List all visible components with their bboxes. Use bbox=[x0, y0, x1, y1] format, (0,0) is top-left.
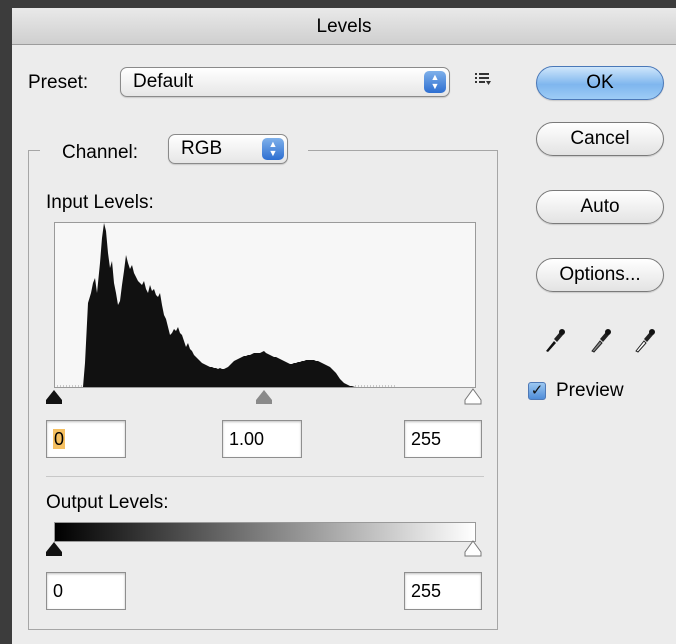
popup-arrows-icon: ▲ ▼ bbox=[262, 138, 284, 160]
list-menu-icon[interactable] bbox=[474, 70, 492, 88]
input-black-value: 0 bbox=[53, 429, 66, 449]
output-white-field[interactable]: 255 bbox=[404, 572, 482, 610]
channel-value: RGB bbox=[181, 138, 223, 159]
histogram bbox=[54, 222, 476, 388]
preview-checkbox[interactable]: ✓ bbox=[528, 382, 546, 400]
input-white-field[interactable]: 255 bbox=[404, 420, 482, 458]
preset-value: Default bbox=[133, 71, 194, 92]
popup-arrows-icon: ▲ ▼ bbox=[424, 71, 446, 93]
preset-label: Preset: bbox=[28, 72, 89, 93]
input-white-slider[interactable] bbox=[464, 388, 482, 406]
ok-button[interactable]: OK bbox=[536, 66, 664, 100]
output-black-field[interactable]: 0 bbox=[46, 572, 126, 610]
eyedropper-white-icon[interactable] bbox=[632, 326, 658, 354]
input-black-field[interactable]: 0 bbox=[46, 420, 126, 458]
histogram-graph bbox=[57, 223, 395, 387]
preview-label: Preview bbox=[556, 380, 624, 401]
auto-button[interactable]: Auto bbox=[536, 190, 664, 224]
levels-dialog: Levels Preset: Default ▲ ▼ Channel: RGB ▲… bbox=[12, 8, 676, 644]
channel-label: Channel: bbox=[62, 142, 139, 163]
preset-dropdown[interactable]: Default ▲ ▼ bbox=[120, 67, 450, 97]
cancel-button[interactable]: Cancel bbox=[536, 122, 664, 156]
input-gamma-field[interactable]: 1.00 bbox=[222, 420, 302, 458]
options-button[interactable]: Options... bbox=[536, 258, 664, 292]
output-levels-label: Output Levels: bbox=[46, 492, 169, 513]
input-gamma-slider[interactable] bbox=[256, 390, 272, 400]
eyedropper-gray-icon[interactable] bbox=[588, 326, 614, 354]
output-white-slider[interactable] bbox=[464, 540, 482, 558]
divider bbox=[46, 476, 484, 477]
channel-dropdown[interactable]: RGB ▲ ▼ bbox=[168, 134, 288, 164]
eyedropper-black-icon[interactable] bbox=[542, 326, 568, 354]
input-levels-label: Input Levels: bbox=[46, 192, 154, 213]
output-gradient-bar bbox=[54, 522, 476, 542]
window-title: Levels bbox=[12, 8, 676, 45]
output-black-slider[interactable] bbox=[46, 542, 62, 552]
input-black-slider[interactable] bbox=[46, 390, 62, 400]
